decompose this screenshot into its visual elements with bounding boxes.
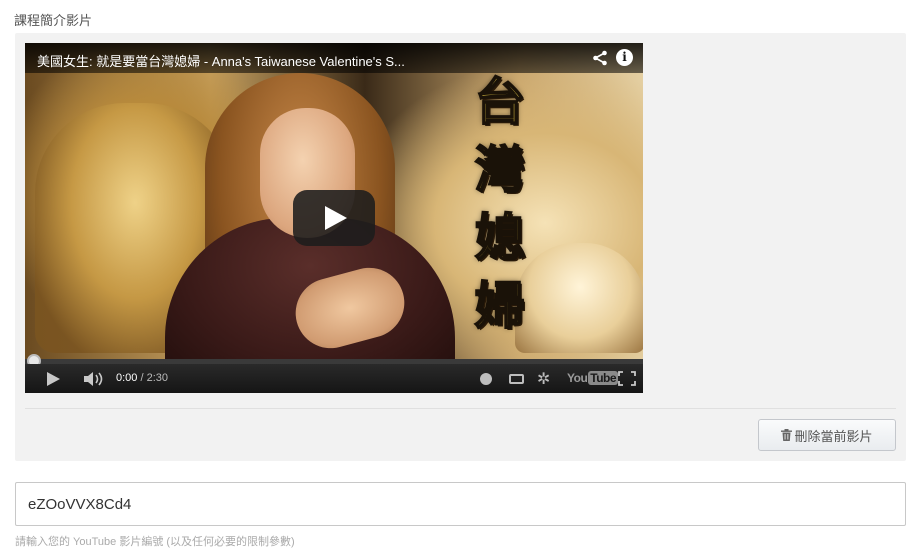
video-panel: 台 灣 媳 婦 美國女生: 就是要當台灣媳婦 - Anna's Taiwanes… [15, 33, 906, 461]
video-overlay-text: 台 灣 媳 婦 [465, 72, 535, 336]
delete-video-button[interactable]: 刪除當前影片 [758, 419, 896, 451]
share-icon[interactable] [592, 50, 608, 66]
info-icon[interactable]: i [616, 49, 633, 66]
video-id-input[interactable] [15, 482, 906, 526]
overlay-char: 台 [474, 72, 526, 132]
time-current: 0:00 [116, 372, 138, 384]
watch-later-icon[interactable] [480, 373, 492, 385]
player-controls: 0:00 / 2:30 ✲ You Tube [25, 364, 643, 393]
time-separator: / [137, 372, 147, 384]
youtube-logo-you: You [567, 371, 588, 385]
volume-icon[interactable] [83, 371, 105, 387]
overlay-char: 婦 [474, 276, 526, 336]
overlay-char: 媳 [474, 208, 526, 268]
play-control-icon[interactable] [47, 372, 60, 386]
youtube-player[interactable]: 台 灣 媳 婦 美國女生: 就是要當台灣媳婦 - Anna's Taiwanes… [25, 43, 643, 393]
delete-video-label: 刪除當前影片 [794, 428, 873, 444]
time-total: 2:30 [146, 372, 169, 384]
help-text: 請輸入您的 YouTube 影片編號 (以及任何必要的限制參數) [15, 536, 295, 548]
youtube-logo-tube: Tube [588, 371, 619, 385]
fullscreen-icon[interactable] [618, 371, 636, 386]
settings-gear-icon[interactable]: ✲ [537, 369, 550, 389]
youtube-logo[interactable]: You Tube [567, 371, 619, 385]
section-label: 課程簡介影片 [14, 13, 93, 28]
overlay-char: 灣 [474, 140, 526, 200]
captions-icon[interactable] [509, 374, 524, 384]
panel-divider [25, 408, 896, 409]
trash-icon [781, 429, 793, 441]
video-title[interactable]: 美國女生: 就是要當台灣媳婦 - Anna's Taiwanese Valent… [37, 51, 405, 70]
time-display: 0:00 / 2:30 [116, 372, 168, 384]
play-icon[interactable] [293, 190, 375, 246]
video-title-bar: 美國女生: 就是要當台灣媳婦 - Anna's Taiwanese Valent… [25, 43, 643, 73]
